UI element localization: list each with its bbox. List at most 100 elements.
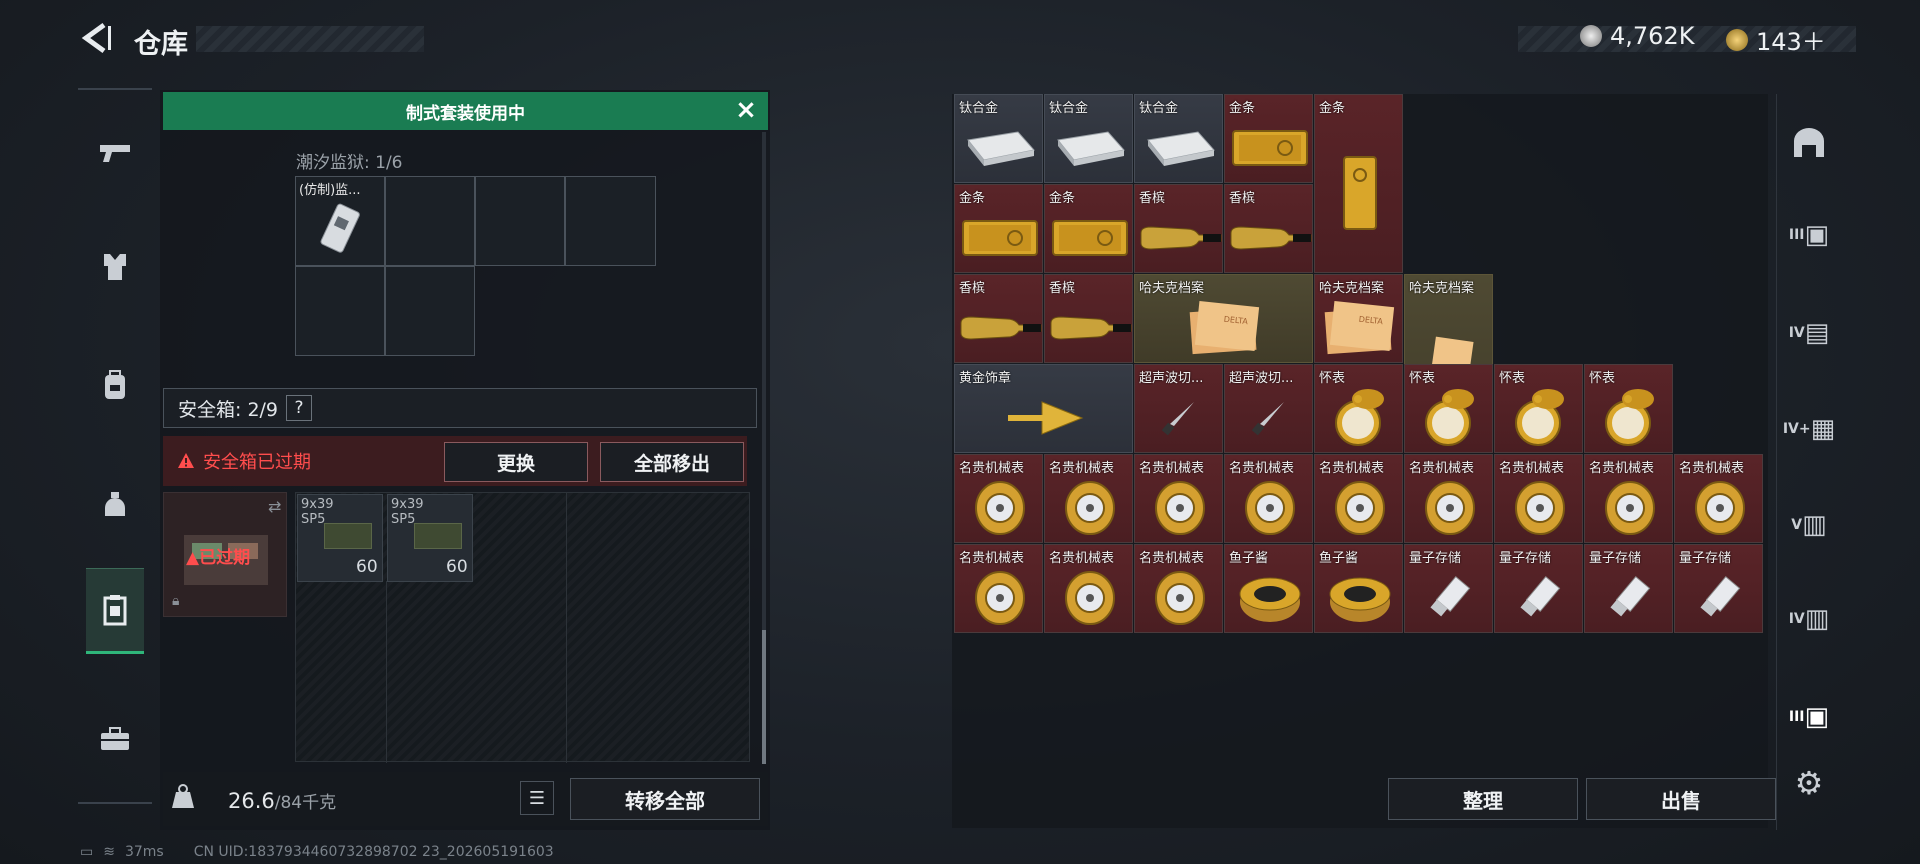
armor-icon[interactable] [86, 238, 144, 296]
inventory-item[interactable]: 钛合金 [954, 94, 1043, 183]
inventory-item[interactable]: 名贵机械表 [1044, 544, 1133, 633]
swap-icon[interactable]: ⇄ [268, 497, 281, 516]
tidal-slot[interactable]: (仿制)监... [295, 176, 385, 266]
title-decoration [196, 26, 424, 52]
inventory-item[interactable]: 名贵机械表 [1494, 454, 1583, 543]
inventory-item[interactable]: 名贵机械表 [1584, 454, 1673, 543]
inventory-item[interactable]: 怀表 [1494, 364, 1583, 453]
safebox-icon[interactable] [86, 568, 144, 654]
ammo-box-icon [324, 523, 372, 549]
inventory-item[interactable]: 名贵机械表 [1044, 454, 1133, 543]
ammo-item[interactable]: 9x39 SP5 60 [387, 494, 473, 582]
ammo-item[interactable]: 9x39 SP5 60 [297, 494, 383, 582]
list-icon[interactable]: ☰ [520, 781, 554, 815]
tidal-slot[interactable] [475, 176, 565, 266]
gun-icon[interactable] [86, 124, 144, 182]
battery-icon: ▭ [80, 844, 94, 860]
inventory-item[interactable]: 名贵机械表 [1404, 454, 1493, 543]
tidal-slot[interactable] [565, 176, 656, 266]
inventory-item[interactable]: 名贵机械表 [1314, 454, 1403, 543]
sort-button[interactable]: 整理 [1388, 778, 1578, 820]
inventory-item[interactable]: 量子存储 [1584, 544, 1673, 633]
bar-icon [1227, 125, 1312, 175]
wrist-icon [972, 478, 1028, 542]
loadout-sidebar [78, 88, 152, 804]
inventory-item[interactable]: 超声波切... [1134, 364, 1223, 453]
back-icon[interactable] [78, 20, 114, 56]
inventory-item[interactable]: 香槟 [1134, 184, 1223, 273]
watch-icon [1510, 385, 1570, 452]
inventory-item-label: 金条 [959, 191, 986, 206]
replace-button[interactable]: 更换 [444, 442, 588, 482]
ti-icon [1050, 120, 1130, 180]
inventory-item-label: 名贵机械表 [1049, 461, 1115, 476]
scrollbar-thumb[interactable] [762, 630, 766, 764]
inventory-item[interactable]: 量子存储 [1404, 544, 1493, 633]
currency-silver[interactable]: 4,762K [1580, 22, 1694, 50]
warehouse-tab-active[interactable]: III ▣ [1776, 682, 1842, 752]
inventory-item[interactable]: DELTA 哈夫克档案 [1314, 274, 1403, 363]
inventory-item[interactable]: 怀表 [1404, 364, 1493, 453]
warehouse-tab[interactable]: III ▣ [1776, 200, 1842, 270]
inventory-item[interactable]: 名贵机械表 [1674, 454, 1763, 543]
knife-icon [1250, 398, 1290, 442]
knife-icon [1160, 398, 1200, 442]
inventory-item-label: 名贵机械表 [1409, 461, 1475, 476]
inventory-item[interactable]: 名贵机械表 [954, 544, 1043, 633]
warehouse-tab[interactable]: IV ▤ [1776, 298, 1842, 368]
inventory-item-label: 香槟 [1229, 191, 1256, 206]
inventory-item[interactable]: 金条 [1044, 184, 1133, 273]
inventory-item[interactable]: 量子存储 [1494, 544, 1583, 633]
inventory-item[interactable]: 金条 [1224, 94, 1313, 183]
inventory-item[interactable]: 名贵机械表 [1134, 544, 1223, 633]
status-bar: ▭ ≋ 37ms CN UID:1837934460732898702 23_2… [80, 844, 554, 860]
close-icon[interactable]: × [732, 96, 760, 124]
transfer-all-button[interactable]: 转移全部 [570, 778, 760, 820]
inventory-item[interactable]: 香槟 [954, 274, 1043, 363]
inventory-item[interactable]: 鱼子酱 [1314, 544, 1403, 633]
warehouse-tab[interactable]: IV ▥ [1776, 584, 1842, 654]
inventory-item[interactable]: 怀表 [1314, 364, 1403, 453]
warehouse-tab[interactable]: V ▥ [1776, 490, 1842, 560]
inventory-item[interactable]: 金条 [954, 184, 1043, 273]
expired-text: 安全箱已过期 [203, 452, 311, 473]
inventory-item[interactable]: 黄金饰章 [954, 364, 1133, 453]
warehouse-tab[interactable]: IV+ ▦ [1776, 394, 1842, 464]
inventory-item-label: 名贵机械表 [1229, 461, 1295, 476]
inventory-item[interactable]: 怀表 [1584, 364, 1673, 453]
inventory-item[interactable]: 香槟 [1224, 184, 1313, 273]
warehouse-tab[interactable] [1776, 108, 1842, 178]
gear-icon[interactable]: ⚙ [1776, 748, 1842, 818]
tidal-slot[interactable] [295, 266, 385, 356]
backpack-icon[interactable] [86, 356, 144, 414]
tidal-prison-label: 潮汐监狱: 1/6 [296, 153, 403, 173]
inventory-item[interactable]: 钛合金 [1044, 94, 1133, 183]
helmet-icon[interactable] [86, 476, 144, 534]
inventory-item[interactable]: DELTA 哈夫克档案 [1134, 274, 1313, 363]
currency-gold[interactable]: 143＋ [1726, 22, 1826, 57]
kit-icon[interactable] [86, 710, 144, 768]
gold-coin-icon [1726, 28, 1748, 51]
inventory-item[interactable]: 香槟 [1044, 274, 1133, 363]
help-icon[interactable]: ? [286, 395, 313, 421]
inventory-item[interactable]: 钛合金 [1134, 94, 1223, 183]
wrist-icon [1692, 478, 1748, 542]
warehouse-grid: 钛合金 钛合金 钛合金 金条 金条 金条 金条 香槟 香槟 香槟 香槟 DELTA 哈夫克档案 DELTA… [954, 94, 1766, 636]
kit-banner: 制式套装使用中 × [163, 92, 768, 130]
inventory-item-label: 名贵机械表 [1589, 461, 1655, 476]
sell-button[interactable]: 出售 [1586, 778, 1776, 820]
inventory-item[interactable]: 鱼子酱 [1224, 544, 1313, 633]
inventory-item-label: 名贵机械表 [1139, 461, 1205, 476]
inventory-item[interactable]: 名贵机械表 [954, 454, 1043, 543]
inventory-item[interactable]: 金条 [1314, 94, 1403, 273]
inventory-item[interactable]: 量子存储 [1674, 544, 1763, 633]
inventory-item[interactable]: 名贵机械表 [1134, 454, 1223, 543]
inventory-item[interactable]: 名贵机械表 [1224, 454, 1313, 543]
wrist-icon [1062, 568, 1118, 632]
inventory-item[interactable]: 超声波切... [1224, 364, 1313, 453]
tidal-slot[interactable] [385, 176, 475, 266]
safebox-slot[interactable]: ⇄ ▲已过期 🔒︎ [163, 492, 287, 617]
inventory-item-label: 量子存储 [1409, 551, 1462, 566]
remove-all-button[interactable]: 全部移出 [600, 442, 744, 482]
tidal-slot[interactable] [385, 266, 475, 356]
